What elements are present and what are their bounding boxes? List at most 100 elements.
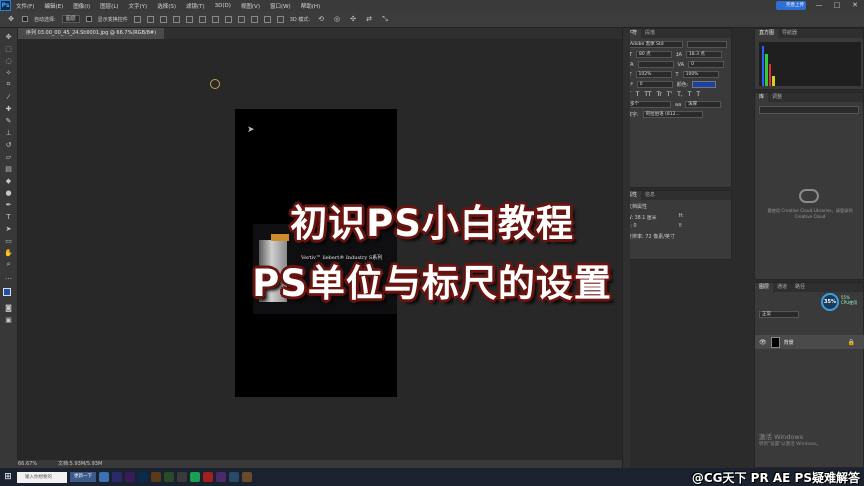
kerning-field[interactable] [637,61,674,68]
menu-view[interactable]: 视图(V) [236,2,265,10]
close-button[interactable]: ✕ [846,0,864,11]
tab-info[interactable]: 信息 [641,191,659,200]
menu-window[interactable]: 窗口(W) [265,2,296,10]
taskbar-pill[interactable]: 更新一下 [70,472,96,482]
underline-button[interactable]: T [688,91,692,98]
align-right-icon[interactable] [198,15,206,23]
magic-wand-tool-icon[interactable]: ✧ [4,68,14,77]
tab-libraries[interactable]: 库 [755,93,769,102]
eyedropper-tool-icon[interactable]: ⁄ [4,92,14,101]
3d-rotate-icon[interactable]: ⟲ [316,15,326,24]
tab-histogram[interactable]: 直方图 [755,29,779,38]
menu-edit[interactable]: 编辑(E) [39,2,68,10]
align-bottom-icon[interactable] [159,15,167,23]
taskbar-app-icon[interactable] [99,472,109,482]
antialias-select[interactable]: 浑厚 [685,101,722,108]
menu-3d[interactable]: 3D(D) [210,3,236,9]
vertical-scale-field[interactable]: 102% [635,71,672,78]
layer-row[interactable]: 👁 背景 🔒 [755,335,864,349]
taskbar-folder-icon[interactable] [177,472,187,482]
start-button-icon[interactable]: ⊞ [2,471,14,483]
lock-icon[interactable]: 🔒 [848,339,855,346]
tracking-field[interactable]: 0 [688,61,725,68]
document-tab[interactable]: 序列 03.00_00_45_24.Still001.jpg @ 66.7%(R… [18,28,165,39]
minimize-button[interactable]: — [810,0,828,11]
zoom-readout[interactable]: 66.67% [18,460,37,468]
3d-scale-icon[interactable]: ⤡ [380,15,390,24]
x-value[interactable]: 0 [633,224,636,229]
font-size-field[interactable]: 80 点 [636,51,673,58]
healing-brush-tool-icon[interactable]: ✚ [4,104,14,113]
menu-select[interactable]: 选择(S) [152,2,181,10]
baseline-shift-field[interactable]: 0 [636,81,673,88]
crop-tool-icon[interactable]: ⌗ [4,80,14,89]
font-style-select[interactable] [687,41,727,48]
lasso-tool-icon[interactable]: ◌ [4,56,14,65]
3d-pan-icon[interactable]: ✣ [348,15,358,24]
brush-tool-icon[interactable]: ✎ [4,116,14,125]
taskbar-audition-icon[interactable] [216,472,226,482]
taskbar-media-icon[interactable] [203,472,213,482]
blend-mode-select[interactable]: 正常 [759,311,799,318]
taskbar-aftereffects-icon[interactable] [125,472,135,482]
taskbar-illustrator-icon[interactable] [151,472,161,482]
subscript-button[interactable]: T, [677,91,683,98]
align-center-icon[interactable] [185,15,193,23]
menu-image[interactable]: 图像(I) [68,2,95,10]
menu-file[interactable]: 文件(F) [11,2,39,10]
maximize-button[interactable]: □ [828,0,846,11]
superscript-button[interactable]: T' [667,91,672,98]
3d-slide-icon[interactable]: ⇄ [364,15,374,24]
gradient-tool-icon[interactable]: ▤ [4,164,14,173]
menu-help[interactable]: 帮助(H) [296,2,325,10]
3d-roll-icon[interactable]: ◎ [332,15,342,24]
distribute-top-icon[interactable] [211,15,219,23]
tab-channels[interactable]: 通道 [773,283,791,292]
horizontal-scale-field[interactable]: 100% [682,71,719,78]
canvas-area[interactable]: Vertiv™ liebert® Industry S系列 ➤ [18,39,622,460]
strikethrough-button[interactable]: T [696,91,700,98]
taskbar-search-input[interactable]: 输入你想要的 [17,471,67,483]
all-caps-button[interactable]: TT [644,91,651,98]
show-transform-checkbox[interactable] [85,16,92,22]
history-brush-tool-icon[interactable]: ↺ [4,140,14,149]
taskbar-premiere-icon[interactable] [112,472,122,482]
auto-select-checkbox[interactable] [22,16,28,22]
distribute-bottom-icon[interactable] [237,15,245,23]
width-value[interactable]: 38.1 厘米 [635,216,657,221]
clone-stamp-tool-icon[interactable]: ⊥ [4,128,14,137]
distribute-center-icon[interactable] [263,15,271,23]
tab-paths[interactable]: 路径 [791,283,809,292]
blur-tool-icon[interactable]: ◆ [4,176,14,185]
menu-type[interactable]: 文字(Y) [124,2,153,10]
taskbar-photoshop-icon[interactable] [138,472,148,482]
faux-italic-button[interactable]: T [636,91,640,98]
leading-field[interactable]: 18.3 点 [685,51,722,58]
taskbar-browser-icon[interactable] [229,472,239,482]
tab-adjustments[interactable]: 调整 [768,93,786,102]
tab-layers[interactable]: 图层 [755,283,774,292]
marquee-tool-icon[interactable]: ⬚ [4,44,14,53]
align-middle-icon[interactable] [146,15,154,23]
menu-filter[interactable]: 滤镜(T) [181,2,210,10]
taskbar-wechat-icon[interactable] [190,472,200,482]
font-family-select[interactable]: Adobe 黑体 Std [627,41,683,48]
tab-navigator[interactable]: 导航器 [778,29,801,38]
small-caps-button[interactable]: Tr [657,91,662,98]
align-left-icon[interactable] [172,15,180,23]
menu-layer[interactable]: 图层(L) [95,2,123,10]
layer-name[interactable]: 背景 [784,339,794,346]
align-top-icon[interactable] [133,15,141,23]
library-search-input[interactable] [759,106,859,114]
screen-mode-icon[interactable]: ▣ [4,315,14,324]
visibility-eye-icon[interactable]: 👁 [759,339,767,346]
cloud-upload-badge[interactable]: 完善上传 [776,1,806,10]
distribute-middle-icon[interactable] [224,15,232,23]
eraser-tool-icon[interactable]: ▱ [4,152,14,161]
distribute-right-icon[interactable] [276,15,284,23]
language-select[interactable]: 多个 [627,101,671,108]
distribute-left-icon[interactable] [250,15,258,23]
auto-select-dropdown[interactable]: 图层 [61,15,80,23]
tab-paragraph[interactable]: 段落 [641,29,659,38]
number-select[interactable]: 阿拉伯语 (812... [642,111,703,118]
